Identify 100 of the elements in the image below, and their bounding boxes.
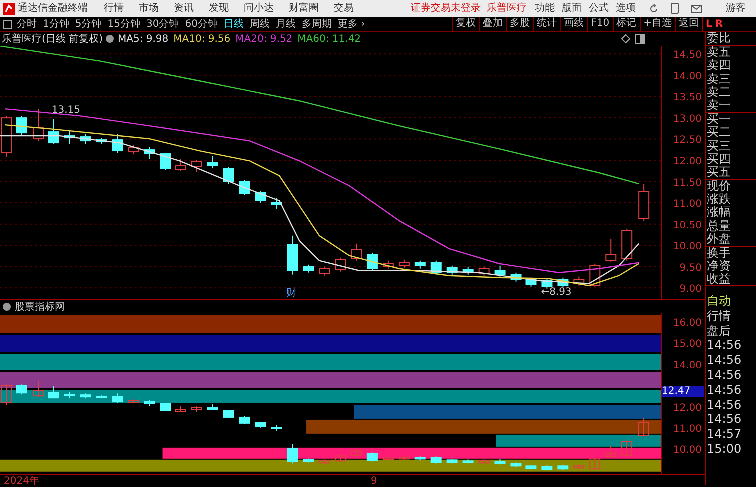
toolbar-button[interactable]: 统计 — [533, 17, 560, 31]
period-tab[interactable]: 分时 — [17, 17, 37, 31]
candlestick — [33, 108, 44, 142]
menu-item[interactable]: 市场 — [139, 0, 159, 17]
toolbar-button[interactable]: 返回 — [675, 17, 702, 31]
price-axis-label: 10.00 — [673, 242, 702, 253]
candlestick — [430, 456, 442, 464]
toolbar-button[interactable]: 叠加 — [479, 17, 506, 31]
status-label[interactable]: 自动 — [706, 294, 756, 309]
candlestick — [144, 146, 156, 160]
high-price-label: 13.15 — [52, 105, 80, 116]
ma-legend: MA5: 9.98 — [118, 34, 169, 44]
menu-item[interactable]: 版面 — [562, 0, 582, 17]
candlestick — [622, 228, 633, 262]
price-axis-label: 14.50 — [673, 50, 702, 62]
trade-time: 14:56 — [706, 398, 743, 412]
envelope-icon[interactable] — [691, 4, 702, 12]
date-label: 9 — [371, 476, 378, 487]
menu-item[interactable]: 财富圈 — [289, 0, 319, 17]
candlestick — [303, 264, 314, 274]
candlestick — [191, 160, 202, 172]
candlestick — [366, 252, 378, 272]
candlestick — [414, 260, 426, 270]
date-label: 2024年 — [4, 476, 40, 487]
period-tab[interactable]: 1分钟 — [43, 17, 70, 31]
quote-label: 净资 — [706, 260, 732, 274]
low-price-label: ←8.93 — [541, 286, 572, 298]
toolbar-button[interactable]: 画线 — [560, 17, 588, 31]
login-notice[interactable]: 证券交易未登录 — [411, 0, 481, 17]
menu-item[interactable]: 功能 — [535, 0, 555, 17]
event-marker[interactable]: 财 — [286, 288, 297, 299]
menu-item[interactable]: 行情 — [104, 0, 124, 17]
candlestick — [398, 456, 410, 461]
current-value-tag: 12.47 — [662, 386, 704, 397]
period-tab[interactable]: 多周期 — [302, 17, 332, 31]
candlestick — [2, 384, 12, 406]
price-axis-label: 9.00 — [680, 284, 702, 296]
toolbar-button[interactable]: F10 — [587, 17, 613, 31]
candlestick — [414, 456, 426, 462]
candlestick — [478, 266, 490, 276]
period-tab[interactable]: 月线 — [276, 17, 296, 31]
candlestick — [175, 158, 186, 172]
panel-icon[interactable] — [635, 34, 645, 44]
menu-item[interactable]: 交易 — [334, 0, 354, 17]
corner-label: R — [715, 18, 724, 30]
candlestick — [335, 454, 346, 463]
status-label[interactable]: 盘后 — [706, 324, 756, 338]
period-tab[interactable]: 5分钟 — [75, 17, 102, 31]
quote-label: 委比 — [706, 32, 756, 46]
candlestick — [128, 144, 140, 155]
candlestick — [494, 265, 506, 278]
candlestick — [48, 386, 60, 400]
candlestick — [478, 459, 490, 465]
menu-item[interactable]: 选项 — [616, 0, 636, 17]
quote-label: 卖四 — [706, 59, 732, 73]
quote-label: 买四 — [706, 152, 732, 166]
trade-time: 14:56 — [706, 412, 743, 428]
menu-item[interactable]: 公式 — [589, 0, 609, 17]
candlestick — [287, 444, 298, 464]
menu-item[interactable]: 问小达 — [244, 0, 274, 17]
candlestick — [526, 277, 537, 288]
quote-label: 买二 — [706, 126, 732, 140]
quote-label: 卖五 — [706, 46, 732, 60]
toolbar-button[interactable]: 标记 — [612, 17, 640, 31]
candlestick — [80, 134, 92, 145]
period-tab[interactable]: 周线 — [250, 17, 270, 31]
indicator-axis-label: 14.00 — [673, 360, 702, 372]
ma-legend: MA20: 9.52 — [236, 34, 293, 44]
period-tab[interactable]: 15分钟 — [108, 17, 140, 31]
period-tab[interactable]: 30分钟 — [146, 17, 180, 31]
trade-time: 14:56 — [706, 353, 743, 368]
candlestick — [430, 260, 442, 276]
layout-icon[interactable] — [3, 20, 12, 28]
period-tab[interactable]: 更多 › — [338, 17, 366, 31]
menu-item[interactable]: 发现 — [209, 0, 229, 17]
period-tab[interactable]: 60分钟 — [185, 17, 218, 31]
candlestick — [175, 406, 186, 412]
toolbar-button[interactable]: +自选 — [640, 17, 675, 31]
candlestick — [510, 462, 522, 468]
menu-item[interactable]: 资讯 — [174, 0, 194, 17]
candlestick — [128, 398, 140, 404]
gear-icon[interactable] — [106, 35, 114, 43]
candlestick — [207, 404, 218, 411]
indicator-axis-label: 12.00 — [673, 402, 702, 414]
toolbar-button[interactable]: 多股 — [506, 17, 534, 31]
phone-icon[interactable] — [671, 3, 679, 14]
candlestick — [160, 402, 172, 412]
logo-icon — [3, 2, 15, 14]
period-tab[interactable]: 日线 — [224, 17, 244, 31]
candlestick — [574, 464, 585, 470]
quote-label: 外盘 — [706, 232, 756, 247]
candlestick — [96, 138, 108, 145]
user-label[interactable]: 游客 — [726, 0, 746, 17]
diamond-icon[interactable] — [621, 34, 631, 44]
toolbar-button[interactable]: 复权 — [452, 17, 480, 31]
status-label[interactable]: 行情 — [706, 308, 756, 324]
refresh-icon[interactable] — [649, 4, 659, 14]
gear-icon[interactable] — [3, 302, 11, 310]
indicator-axis-label: 10.00 — [673, 445, 702, 456]
price-axis-label: 13.00 — [673, 114, 702, 125]
